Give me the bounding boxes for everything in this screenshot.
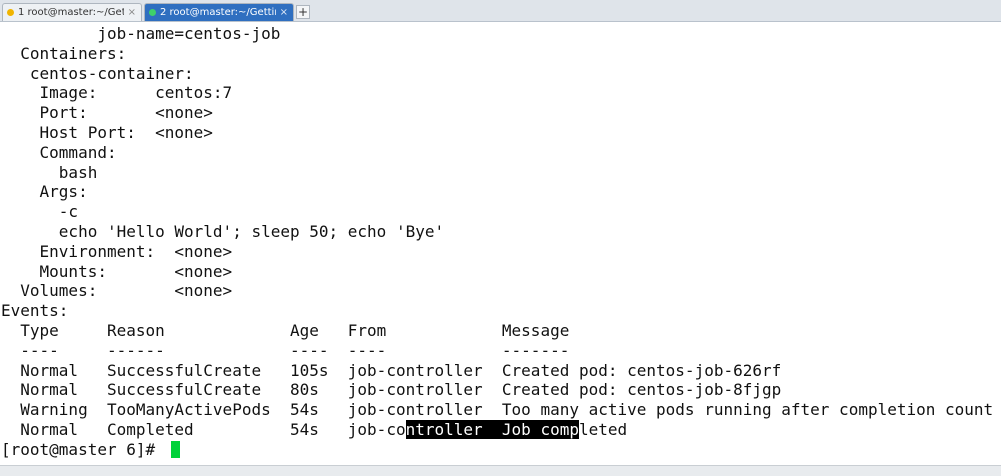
command-prompt-line[interactable]: [root@master 6]#	[1, 440, 1001, 460]
terminal-line: bash	[1, 162, 98, 182]
session-status-icon	[149, 9, 156, 16]
terminal-line: Normal SuccessfulCreate 80s job-controll…	[1, 380, 782, 400]
terminal-line: Containers:	[1, 43, 127, 63]
terminal-line: Image: centos:7	[1, 83, 233, 103]
terminal-line: Events:	[1, 301, 69, 321]
terminal-output[interactable]: job-name=centos-job Containers: centos-c…	[0, 22, 1001, 466]
terminal-line: echo 'Hello World'; sleep 50; echo 'Bye'	[1, 221, 445, 241]
terminal-line: Mounts: <none>	[1, 261, 233, 281]
terminal-line-selected-event: Normal Completed 54s job-controller Job …	[1, 419, 1001, 440]
tab-label: 2 root@master:~/Getting-St...	[160, 7, 276, 18]
terminal-line: Normal SuccessfulCreate 105s job-control…	[1, 360, 782, 380]
status-bar	[0, 465, 1001, 476]
event-text-before-selection: Normal Completed 54s job-co	[1, 419, 406, 439]
tab-session-2[interactable]: 2 root@master:~/Getting-St... ×	[144, 3, 294, 21]
terminal-line: -c	[1, 202, 79, 222]
terminal-line: job-name=centos-job	[1, 24, 281, 43]
new-tab-button[interactable]: +	[296, 5, 310, 19]
tab-label: 1 root@master:~/Getting-Star...	[18, 7, 124, 18]
terminal-line: Host Port: <none>	[1, 122, 213, 142]
text-selection[interactable]: ntroller Job comp	[405, 419, 579, 439]
terminal-line: Command:	[1, 142, 117, 162]
event-text-after-selection: leted	[578, 419, 628, 439]
terminal-line: ---- ------ ---- ---- -------	[1, 340, 570, 360]
terminal-line: centos-container:	[1, 63, 194, 83]
terminal-line: Args:	[1, 182, 88, 202]
shell-prompt: [root@master 6]#	[1, 439, 165, 459]
tab-bar: 1 root@master:~/Getting-Star... × 2 root…	[0, 0, 1001, 22]
tab-session-1[interactable]: 1 root@master:~/Getting-Star... ×	[2, 3, 142, 21]
terminal-line: Volumes: <none>	[1, 281, 233, 301]
close-icon[interactable]: ×	[280, 7, 288, 18]
terminal-line: Port: <none>	[1, 103, 213, 123]
terminal-line: Warning TooManyActivePods 54s job-contro…	[1, 400, 994, 420]
terminal-window: 1 root@master:~/Getting-Star... × 2 root…	[0, 0, 1001, 476]
terminal-line: Type Reason Age From Message	[1, 320, 570, 340]
text-cursor	[170, 440, 180, 458]
terminal-line: Environment: <none>	[1, 241, 233, 261]
session-status-icon	[7, 9, 14, 16]
close-icon[interactable]: ×	[128, 7, 136, 18]
